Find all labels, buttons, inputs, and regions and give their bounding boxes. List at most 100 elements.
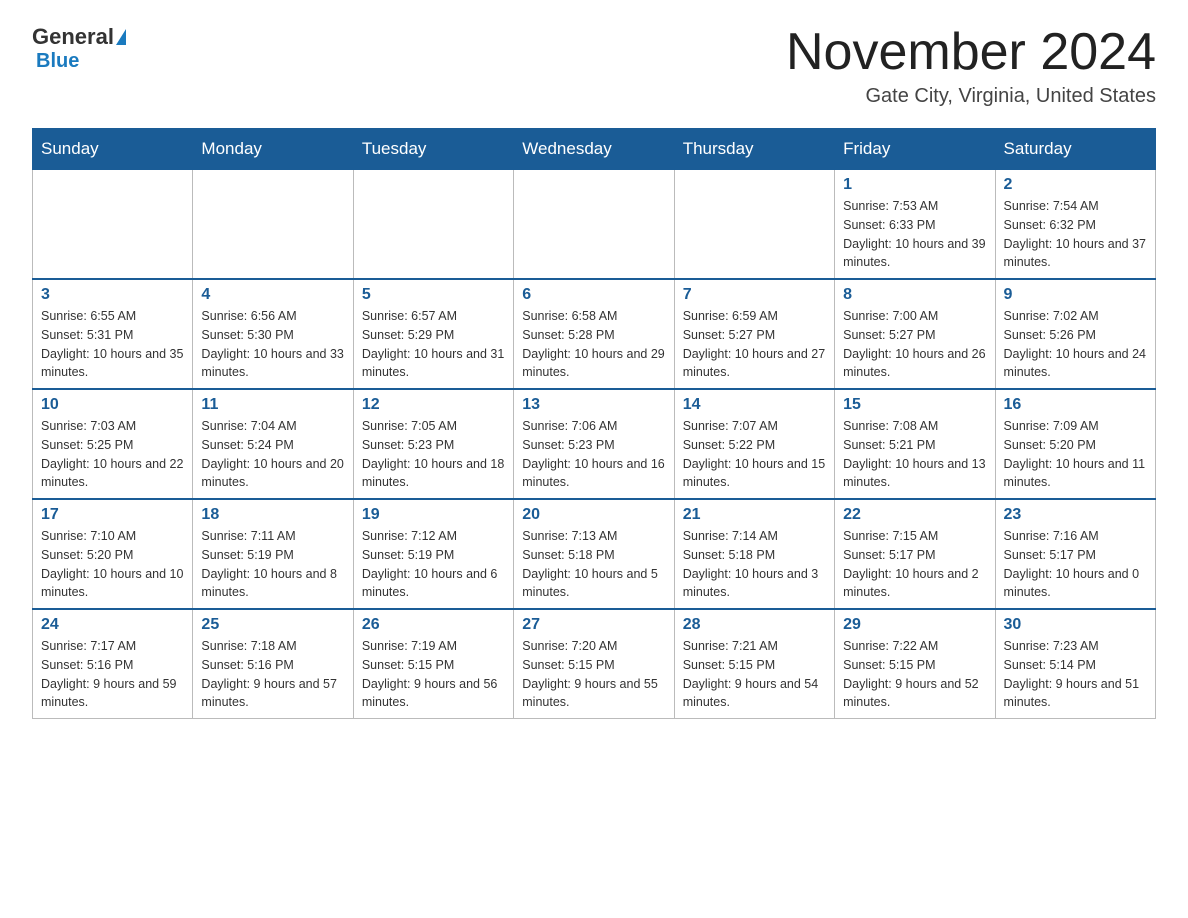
- calendar-cell: 3 Sunrise: 6:55 AMSunset: 5:31 PMDaylight…: [33, 279, 193, 389]
- calendar-cell: 6 Sunrise: 6:58 AMSunset: 5:28 PMDaylight…: [514, 279, 674, 389]
- day-of-week-friday: Friday: [835, 129, 995, 170]
- calendar-header-row: SundayMondayTuesdayWednesdayThursdayFrid…: [33, 129, 1156, 170]
- day-info: Sunrise: 7:15 AMSunset: 5:17 PMDaylight:…: [843, 527, 986, 602]
- day-number: 30: [1004, 616, 1147, 634]
- day-number: 1: [843, 176, 986, 194]
- day-number: 12: [362, 396, 505, 414]
- day-info: Sunrise: 7:22 AMSunset: 5:15 PMDaylight:…: [843, 637, 986, 712]
- day-number: 26: [362, 616, 505, 634]
- logo-triangle-icon: [116, 29, 126, 45]
- day-info: Sunrise: 7:11 AMSunset: 5:19 PMDaylight:…: [201, 527, 344, 602]
- day-number: 27: [522, 616, 665, 634]
- calendar-cell: 2 Sunrise: 7:54 AMSunset: 6:32 PMDaylight…: [995, 170, 1155, 280]
- day-number: 25: [201, 616, 344, 634]
- day-number: 5: [362, 286, 505, 304]
- calendar-cell: 20 Sunrise: 7:13 AMSunset: 5:18 PMDayligh…: [514, 499, 674, 609]
- day-info: Sunrise: 7:13 AMSunset: 5:18 PMDaylight:…: [522, 527, 665, 602]
- day-info: Sunrise: 7:23 AMSunset: 5:14 PMDaylight:…: [1004, 637, 1147, 712]
- day-number: 15: [843, 396, 986, 414]
- day-info: Sunrise: 7:19 AMSunset: 5:15 PMDaylight:…: [362, 637, 505, 712]
- day-info: Sunrise: 7:08 AMSunset: 5:21 PMDaylight:…: [843, 417, 986, 492]
- calendar-cell: 1Sunrise: 7:53 AMSunset: 6:33 PMDaylight…: [835, 170, 995, 280]
- day-info: Sunrise: 6:59 AMSunset: 5:27 PMDaylight:…: [683, 307, 826, 382]
- day-info: Sunrise: 7:00 AMSunset: 5:27 PMDaylight:…: [843, 307, 986, 382]
- page-header: General Blue November 2024 Gate City, Vi…: [32, 24, 1156, 108]
- day-of-week-saturday: Saturday: [995, 129, 1155, 170]
- calendar-cell: 17 Sunrise: 7:10 AMSunset: 5:20 PMDayligh…: [33, 499, 193, 609]
- calendar-table: SundayMondayTuesdayWednesdayThursdayFrid…: [32, 128, 1156, 719]
- day-number: 2: [1004, 176, 1147, 194]
- month-title: November 2024: [786, 24, 1156, 81]
- day-info: Sunrise: 7:54 AMSunset: 6:32 PMDaylight:…: [1004, 197, 1147, 272]
- day-number: 10: [41, 396, 184, 414]
- day-number: 29: [843, 616, 986, 634]
- calendar-cell: 29 Sunrise: 7:22 AMSunset: 5:15 PMDayligh…: [835, 609, 995, 719]
- day-number: 3: [41, 286, 184, 304]
- day-info: Sunrise: 7:14 AMSunset: 5:18 PMDaylight:…: [683, 527, 826, 602]
- calendar-week-4: 24Sunrise: 7:17 AMSunset: 5:16 PMDayligh…: [33, 609, 1156, 719]
- day-info: Sunrise: 7:12 AMSunset: 5:19 PMDaylight:…: [362, 527, 505, 602]
- day-info: Sunrise: 7:09 AMSunset: 5:20 PMDaylight:…: [1004, 417, 1147, 492]
- calendar-cell: 30 Sunrise: 7:23 AMSunset: 5:14 PMDayligh…: [995, 609, 1155, 719]
- logo-blue-text: Blue: [36, 50, 79, 73]
- calendar-cell: 5 Sunrise: 6:57 AMSunset: 5:29 PMDaylight…: [353, 279, 513, 389]
- day-number: 11: [201, 396, 344, 414]
- day-number: 20: [522, 506, 665, 524]
- calendar-week-1: 3 Sunrise: 6:55 AMSunset: 5:31 PMDaylight…: [33, 279, 1156, 389]
- day-number: 17: [41, 506, 184, 524]
- day-of-week-monday: Monday: [193, 129, 353, 170]
- day-of-week-sunday: Sunday: [33, 129, 193, 170]
- day-info: Sunrise: 7:06 AMSunset: 5:23 PMDaylight:…: [522, 417, 665, 492]
- day-info: Sunrise: 7:16 AMSunset: 5:17 PMDaylight:…: [1004, 527, 1147, 602]
- calendar-cell: 27 Sunrise: 7:20 AMSunset: 5:15 PMDayligh…: [514, 609, 674, 719]
- day-info: Sunrise: 7:21 AMSunset: 5:15 PMDaylight:…: [683, 637, 826, 712]
- calendar-cell: 13 Sunrise: 7:06 AMSunset: 5:23 PMDayligh…: [514, 389, 674, 499]
- day-info: Sunrise: 7:02 AMSunset: 5:26 PMDaylight:…: [1004, 307, 1147, 382]
- day-info: Sunrise: 6:58 AMSunset: 5:28 PMDaylight:…: [522, 307, 665, 382]
- calendar-cell: [514, 170, 674, 280]
- day-number: 21: [683, 506, 826, 524]
- day-number: 9: [1004, 286, 1147, 304]
- day-info: Sunrise: 7:20 AMSunset: 5:15 PMDaylight:…: [522, 637, 665, 712]
- day-of-week-thursday: Thursday: [674, 129, 834, 170]
- day-number: 6: [522, 286, 665, 304]
- calendar-cell: 23 Sunrise: 7:16 AMSunset: 5:17 PMDayligh…: [995, 499, 1155, 609]
- calendar-cell: 4Sunrise: 6:56 AMSunset: 5:30 PMDaylight…: [193, 279, 353, 389]
- day-number: 13: [522, 396, 665, 414]
- day-info: Sunrise: 7:07 AMSunset: 5:22 PMDaylight:…: [683, 417, 826, 492]
- calendar-cell: 28 Sunrise: 7:21 AMSunset: 5:15 PMDayligh…: [674, 609, 834, 719]
- calendar-cell: [193, 170, 353, 280]
- calendar-cell: 14Sunrise: 7:07 AMSunset: 5:22 PMDayligh…: [674, 389, 834, 499]
- calendar-cell: 21 Sunrise: 7:14 AMSunset: 5:18 PMDayligh…: [674, 499, 834, 609]
- location-title: Gate City, Virginia, United States: [786, 85, 1156, 108]
- day-number: 7: [683, 286, 826, 304]
- day-info: Sunrise: 6:55 AMSunset: 5:31 PMDaylight:…: [41, 307, 184, 382]
- calendar-week-0: 1Sunrise: 7:53 AMSunset: 6:33 PMDaylight…: [33, 170, 1156, 280]
- calendar-cell: 8Sunrise: 7:00 AMSunset: 5:27 PMDaylight…: [835, 279, 995, 389]
- day-number: 23: [1004, 506, 1147, 524]
- calendar-cell: 7 Sunrise: 6:59 AMSunset: 5:27 PMDaylight…: [674, 279, 834, 389]
- title-block: November 2024 Gate City, Virginia, Unite…: [786, 24, 1156, 108]
- day-info: Sunrise: 7:18 AMSunset: 5:16 PMDaylight:…: [201, 637, 344, 712]
- day-of-week-tuesday: Tuesday: [353, 129, 513, 170]
- calendar-cell: 25 Sunrise: 7:18 AMSunset: 5:16 PMDayligh…: [193, 609, 353, 719]
- day-number: 18: [201, 506, 344, 524]
- day-info: Sunrise: 7:10 AMSunset: 5:20 PMDaylight:…: [41, 527, 184, 602]
- day-info: Sunrise: 7:03 AMSunset: 5:25 PMDaylight:…: [41, 417, 184, 492]
- calendar-cell: 9 Sunrise: 7:02 AMSunset: 5:26 PMDaylight…: [995, 279, 1155, 389]
- day-info: Sunrise: 6:57 AMSunset: 5:29 PMDaylight:…: [362, 307, 505, 382]
- day-number: 28: [683, 616, 826, 634]
- calendar-cell: 24Sunrise: 7:17 AMSunset: 5:16 PMDayligh…: [33, 609, 193, 719]
- calendar-cell: [33, 170, 193, 280]
- calendar-cell: 19Sunrise: 7:12 AMSunset: 5:19 PMDayligh…: [353, 499, 513, 609]
- calendar-week-2: 10 Sunrise: 7:03 AMSunset: 5:25 PMDayligh…: [33, 389, 1156, 499]
- day-number: 22: [843, 506, 986, 524]
- day-number: 24: [41, 616, 184, 634]
- calendar-cell: 18 Sunrise: 7:11 AMSunset: 5:19 PMDayligh…: [193, 499, 353, 609]
- day-number: 16: [1004, 396, 1147, 414]
- calendar-cell: [353, 170, 513, 280]
- logo-general-text: General: [32, 24, 114, 50]
- day-info: Sunrise: 7:04 AMSunset: 5:24 PMDaylight:…: [201, 417, 344, 492]
- logo: General Blue: [32, 24, 126, 73]
- calendar-cell: 26 Sunrise: 7:19 AMSunset: 5:15 PMDayligh…: [353, 609, 513, 719]
